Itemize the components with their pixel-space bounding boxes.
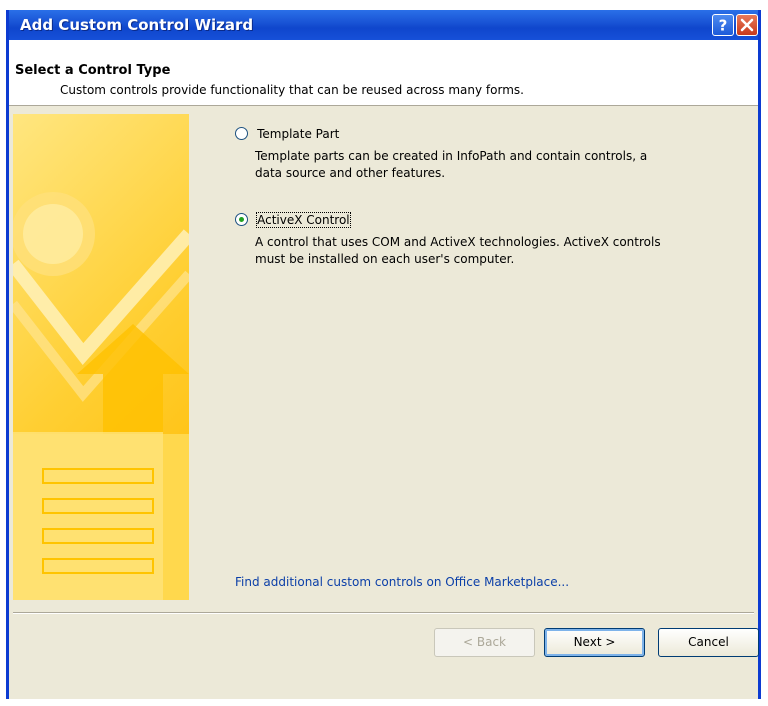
wizard-window: Add Custom Control Wizard ? Select a Con… — [6, 10, 761, 699]
template-part-label[interactable]: Template Part — [257, 127, 339, 141]
next-button[interactable]: Next > — [544, 628, 645, 657]
wizard-banner-graphic — [13, 114, 189, 600]
activex-control-label[interactable]: ActiveX Control — [256, 211, 351, 228]
help-button[interactable]: ? — [712, 14, 734, 36]
wizard-header: Select a Control Type Custom controls pr… — [9, 40, 758, 106]
page-title: Select a Control Type — [15, 63, 171, 78]
back-button[interactable]: < Back — [434, 628, 535, 657]
wizard-illustration-icon — [13, 192, 189, 600]
help-icon: ? — [719, 17, 728, 35]
option-template-part[interactable]: Template Part — [235, 123, 339, 142]
svg-text:?: ? — [719, 17, 728, 35]
cancel-button[interactable]: Cancel — [658, 628, 759, 657]
dialog-client: Select a Control Type Custom controls pr… — [9, 40, 759, 699]
template-part-radio[interactable] — [235, 127, 248, 140]
footer-divider — [13, 612, 754, 614]
title-bar[interactable]: Add Custom Control Wizard ? — [9, 10, 758, 40]
activex-control-radio[interactable] — [235, 213, 248, 226]
template-part-description: Template parts can be created in InfoPat… — [255, 149, 648, 180]
window-title: Add Custom Control Wizard — [20, 16, 254, 34]
page-subtitle: Custom controls provide functionality th… — [60, 83, 524, 97]
close-button[interactable] — [736, 14, 758, 36]
close-icon — [740, 18, 754, 32]
activex-control-description: A control that uses COM and ActiveX tech… — [255, 235, 661, 266]
option-activex-control[interactable]: ActiveX Control — [235, 209, 351, 228]
office-marketplace-link[interactable]: Find additional custom controls on Offic… — [235, 575, 569, 589]
